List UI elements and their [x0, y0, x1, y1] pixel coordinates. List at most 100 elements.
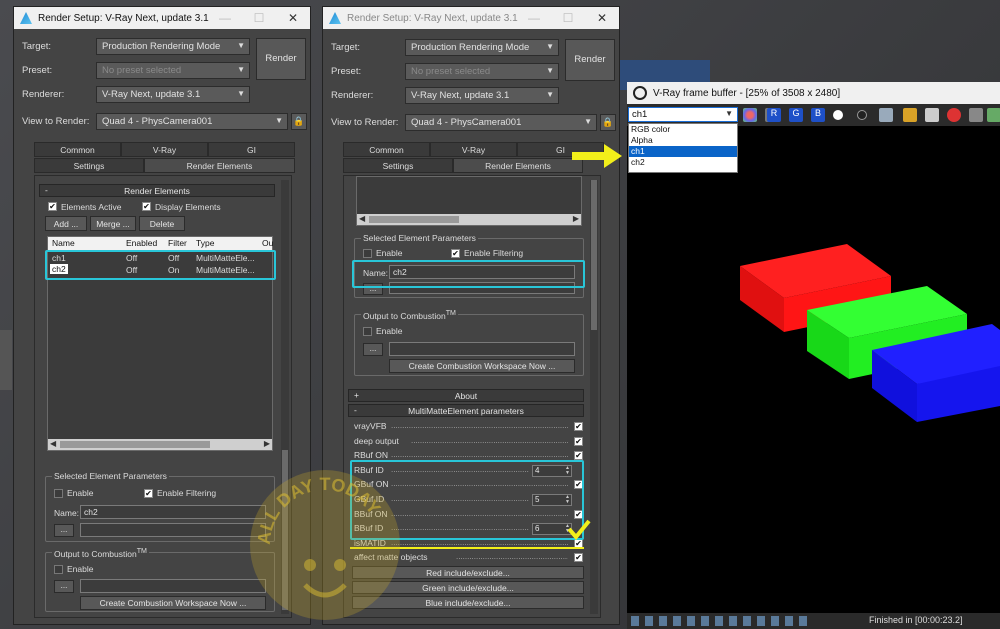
clear-icon[interactable] — [947, 108, 961, 122]
horizontal-scrollbar[interactable]: ◀ ▶ — [357, 214, 581, 225]
minimize-icon[interactable]: — — [517, 7, 551, 29]
spinner-arrows-icon[interactable]: ▲ ▼ — [565, 465, 570, 476]
g-channel-icon[interactable]: G — [789, 108, 803, 122]
close-icon[interactable]: ✕ — [276, 7, 310, 29]
clipboard-icon[interactable] — [925, 108, 939, 122]
frame-buffer-titlebar[interactable]: V-Ray frame buffer - [25% of 3508 x 2480… — [627, 82, 1000, 104]
combustion-path-field[interactable] — [80, 579, 266, 593]
param-checkbox[interactable]: ✔ — [574, 451, 583, 461]
horizontal-scrollbar[interactable]: ◀ ▶ — [48, 439, 272, 450]
combustion-path-field[interactable] — [389, 342, 575, 356]
enable-checkbox[interactable] — [54, 489, 63, 498]
param-checkbox[interactable]: ✔ — [574, 553, 583, 563]
param-checkbox[interactable]: ✔ — [574, 422, 583, 431]
preset-dropdown[interactable]: No preset selected ▼ — [96, 62, 250, 79]
render-elements-list[interactable]: ◀ ▶ — [356, 176, 582, 226]
tab-vray[interactable]: V-Ray — [430, 142, 517, 157]
col-enabled[interactable]: Enabled — [126, 238, 157, 248]
spinner-arrows-icon[interactable]: ▲ ▼ — [565, 495, 570, 505]
enable-filtering-checkbox[interactable]: ✔ — [144, 489, 153, 498]
renderer-dropdown[interactable]: V-Ray Next, update 3.1 ▼ — [96, 86, 250, 103]
tab-common[interactable]: Common — [343, 142, 430, 157]
save-icon[interactable] — [879, 108, 893, 122]
target-dropdown[interactable]: Production Rendering Mode ▼ — [96, 38, 250, 55]
render-elements-rollout-header[interactable]: - Render Elements — [39, 184, 275, 197]
scroll-right-icon[interactable]: ▶ — [264, 439, 270, 448]
display-elements-checkbox[interactable]: ✔ — [142, 202, 151, 211]
render-icon[interactable] — [987, 108, 1000, 122]
scroll-left-icon[interactable]: ◀ — [359, 214, 365, 223]
param-checkbox[interactable]: ✔ — [574, 480, 583, 490]
render-button[interactable]: Render — [565, 39, 615, 81]
lock-icon[interactable]: 🔒 — [600, 114, 616, 131]
tab-render-elements[interactable]: Render Elements — [453, 158, 583, 173]
channel-dropdown[interactable]: ch1 ▼ — [628, 107, 738, 122]
combustion-browse-button[interactable]: ... — [363, 343, 383, 356]
path-field[interactable] — [389, 282, 575, 294]
maximize-icon[interactable]: ☐ — [551, 7, 585, 29]
param-checkbox[interactable]: ✔ — [574, 436, 583, 446]
scroll-right-icon[interactable]: ▶ — [573, 214, 579, 223]
renderer-dropdown[interactable]: V-Ray Next, update 3.1 ▼ — [405, 87, 559, 104]
merge-button[interactable]: Merge ... — [90, 216, 136, 231]
name-field[interactable]: ch2 — [389, 265, 575, 279]
panel-scrollbar[interactable] — [590, 180, 598, 614]
table-row[interactable]: ch1 Off Off MultiMatteEle... — [48, 252, 272, 264]
preset-dropdown[interactable]: No preset selected ▼ — [405, 63, 559, 80]
col-type[interactable]: Type — [196, 238, 214, 248]
scroll-thumb[interactable] — [591, 180, 597, 330]
path-field[interactable] — [80, 523, 266, 537]
create-combustion-button[interactable]: Create Combustion Workspace Now ... — [389, 359, 575, 373]
tab-render-elements[interactable]: Render Elements — [144, 158, 295, 173]
view-to-render-dropdown[interactable]: Quad 4 - PhysCamera001 ▼ — [96, 113, 288, 130]
enable-filtering-checkbox[interactable]: ✔ — [451, 249, 460, 258]
browse-button[interactable]: ... — [54, 524, 74, 537]
window-2-titlebar[interactable]: Render Setup: V-Ray Next, update 3.1 — ☐… — [323, 7, 619, 29]
param-checkbox[interactable]: ✔ — [574, 509, 583, 519]
tab-settings[interactable]: Settings — [343, 158, 453, 173]
lock-icon[interactable]: 🔒 — [291, 113, 307, 130]
combustion-browse-button[interactable]: ... — [54, 580, 74, 593]
tab-vray[interactable]: V-Ray — [121, 142, 208, 157]
add-button[interactable]: Add ... — [45, 216, 87, 231]
delete-button[interactable]: Delete — [139, 216, 185, 231]
alpha-icon[interactable] — [833, 110, 843, 120]
close-icon[interactable]: ✕ — [585, 7, 619, 29]
view-to-render-dropdown[interactable]: Quad 4 - PhysCamera001 ▼ — [405, 114, 597, 131]
tab-common[interactable]: Common — [34, 142, 121, 157]
about-rollout-header[interactable]: + About — [348, 389, 584, 402]
table-row[interactable]: ch2 Off On MultiMatteEle... — [48, 264, 272, 276]
scroll-thumb[interactable] — [60, 441, 210, 448]
col-output[interactable]: Ou — [262, 238, 273, 248]
enable-checkbox[interactable] — [363, 249, 372, 258]
r-channel-icon[interactable]: R — [767, 108, 781, 122]
param-spinner[interactable]: 4 ▲ ▼ — [532, 464, 572, 477]
scroll-left-icon[interactable]: ◀ — [50, 439, 56, 448]
window-1-titlebar[interactable]: Render Setup: V-Ray Next, update 3.1 — ☐… — [14, 7, 310, 29]
browse-button[interactable]: ... — [363, 283, 383, 295]
name-field[interactable]: ch2 — [80, 505, 266, 519]
render-elements-list[interactable]: Name Enabled Filter Type Ou ch1 Off Off … — [47, 236, 273, 451]
maximize-icon[interactable]: ☐ — [242, 7, 276, 29]
param-spinner[interactable]: 5 ▲ ▼ — [532, 494, 572, 506]
multimatte-rollout-header[interactable]: - MultiMatteElement parameters — [348, 404, 584, 417]
combustion-enable-checkbox[interactable] — [363, 327, 372, 336]
tab-settings[interactable]: Settings — [34, 158, 144, 173]
b-channel-icon[interactable]: B — [811, 108, 825, 122]
render-button[interactable]: Render — [256, 38, 306, 80]
combustion-enable-checkbox[interactable] — [54, 565, 63, 574]
color-balls-icon[interactable] — [743, 108, 757, 122]
region-icon[interactable] — [969, 108, 983, 122]
minimize-icon[interactable]: — — [208, 7, 242, 29]
param-row: vrayVFB.................................… — [354, 420, 586, 434]
create-combustion-button[interactable]: Create Combustion Workspace Now ... — [80, 596, 266, 610]
tab-gi[interactable]: GI — [208, 142, 295, 157]
col-name[interactable]: Name — [52, 238, 75, 248]
mono-dark-icon[interactable] — [857, 110, 867, 120]
col-filter[interactable]: Filter — [168, 238, 187, 248]
scroll-thumb[interactable] — [369, 216, 459, 223]
target-dropdown[interactable]: Production Rendering Mode ▼ — [405, 39, 559, 56]
status-tool-icons[interactable] — [631, 616, 811, 626]
folder-icon[interactable] — [903, 108, 917, 122]
elements-active-checkbox[interactable]: ✔ — [48, 202, 57, 211]
